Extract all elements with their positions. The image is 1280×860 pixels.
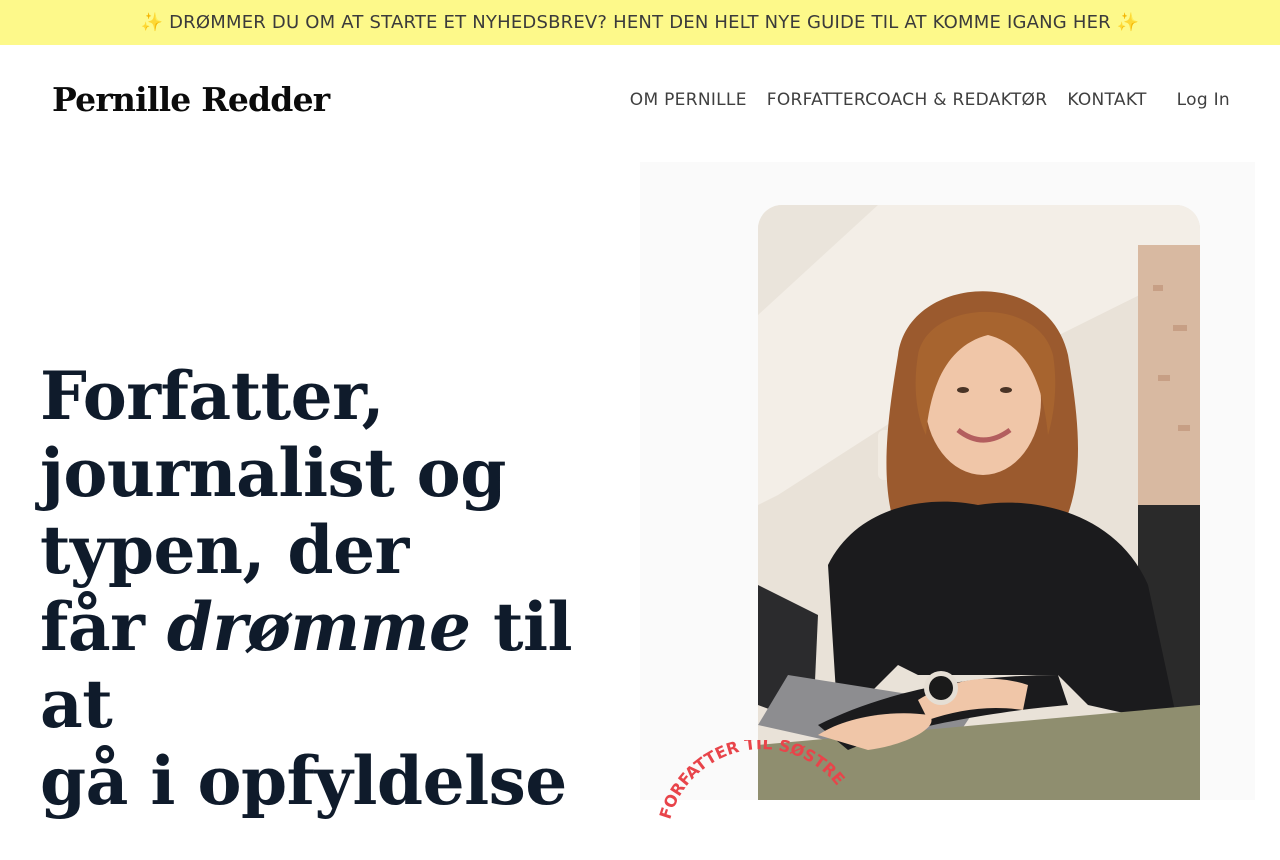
circular-badge: FORFATTER TIL SØSTRENE [650, 740, 849, 821]
main-nav: OM PERNILLE FORFATTERCOACH & REDAKTØR KO… [610, 90, 1230, 110]
announcement-text[interactable]: ✨ DRØMMER DU OM AT STARTE ET NYHEDSBREV?… [141, 12, 1140, 33]
announcement-bar[interactable]: ✨ DRØMMER DU OM AT STARTE ET NYHEDSBREV?… [0, 0, 1280, 45]
nav-item-forfattercoach[interactable]: FORFATTERCOACH & REDAKTØR [767, 90, 1048, 110]
headline-emphasis: drømme [166, 588, 471, 666]
portrait-illustration [758, 205, 1200, 800]
hero-headline: Forfatter, journalist og typen, der får … [40, 358, 640, 820]
headline-line-4-pre: får [40, 588, 167, 666]
headline-line-2: journalist og [40, 434, 506, 512]
login-link[interactable]: Log In [1177, 90, 1230, 110]
portrait-photo [758, 205, 1200, 800]
nav-item-om-pernille[interactable]: OM PERNILLE [630, 90, 747, 110]
headline-line-3: typen, der [40, 511, 409, 589]
badge-text: FORFATTER TIL SØSTRENE [650, 740, 849, 821]
headline-line-5: gå i opfyldelse [40, 742, 567, 820]
headline-line-1: Forfatter, [40, 357, 385, 435]
site-logo[interactable]: Pernille Redder [52, 80, 330, 119]
nav-item-kontakt[interactable]: KONTAKT [1067, 90, 1146, 110]
